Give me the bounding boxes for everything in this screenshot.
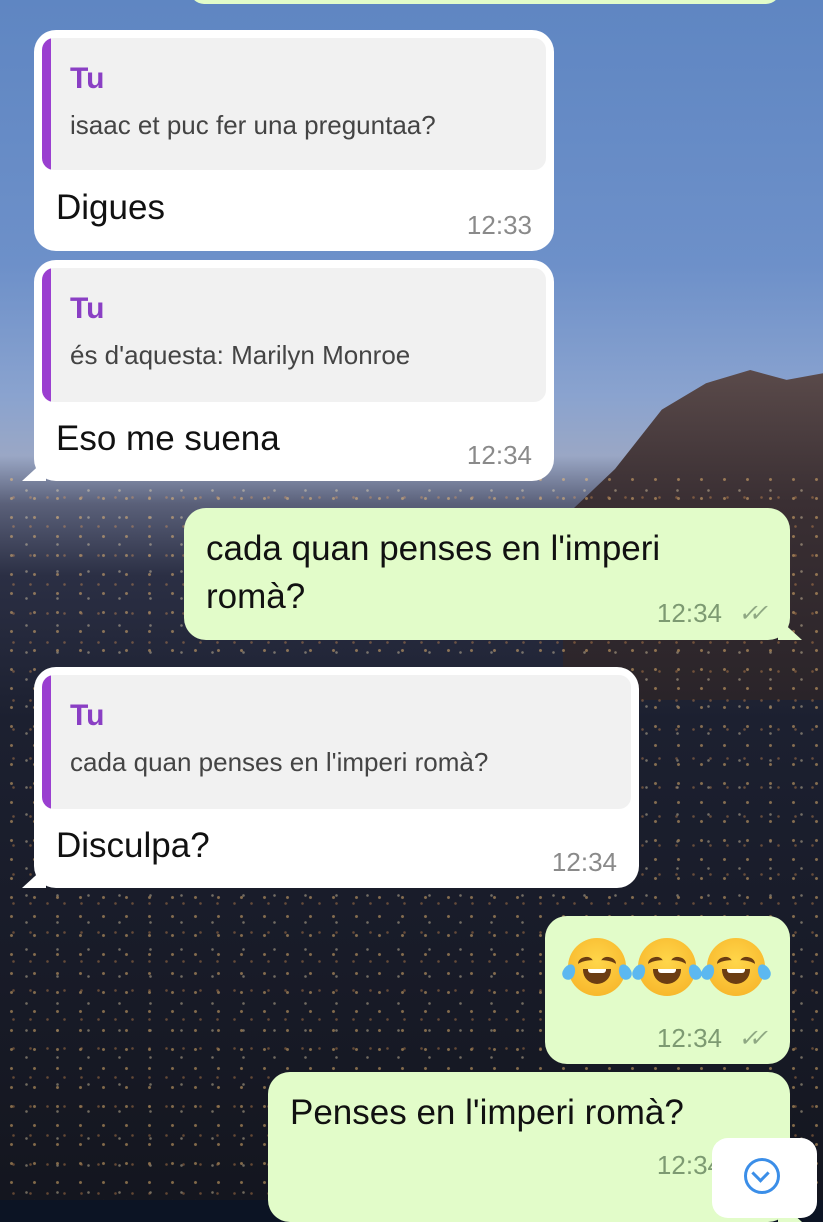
quote-accent-bar: [42, 38, 51, 170]
double-check-icon: ✓✓: [736, 600, 763, 627]
face-with-tears-of-joy-icon: [699, 938, 773, 996]
quote-accent-bar: [42, 675, 51, 809]
outgoing-message[interactable]: 12:34 ✓✓: [545, 916, 790, 1064]
incoming-message[interactable]: Tu isaac et puc fer una preguntaa? Digue…: [34, 30, 554, 251]
message-text-line-1: cada quan penses en l'imperi: [206, 529, 661, 568]
face-with-tears-of-joy-icon: [630, 938, 704, 996]
message-text: Disculpa?: [56, 826, 210, 865]
reply-quote[interactable]: Tu isaac et puc fer una preguntaa?: [42, 38, 546, 170]
message-time: 12:33: [466, 210, 532, 240]
incoming-message[interactable]: Tu cada quan penses en l'imperi romà? Di…: [34, 667, 639, 888]
previous-message-edge: [190, 0, 780, 4]
quote-text: és d'aquesta: Marilyn Monroe: [70, 340, 411, 370]
outgoing-message[interactable]: cada quan penses en l'imperi romà? 12:34…: [184, 508, 790, 640]
scroll-down-button[interactable]: [712, 1138, 817, 1218]
double-check-icon: ✓✓: [736, 1025, 763, 1052]
message-text: Penses en l'imperi romà?: [290, 1093, 684, 1132]
quote-sender-name: Tu: [70, 699, 105, 732]
reply-quote[interactable]: Tu cada quan penses en l'imperi romà?: [42, 675, 631, 809]
quote-accent-bar: [42, 268, 51, 402]
message-time: 12:34: [551, 847, 617, 877]
quote-sender-name: Tu: [70, 62, 105, 95]
incoming-message[interactable]: Tu és d'aquesta: Marilyn Monroe Eso me s…: [34, 260, 554, 481]
face-with-tears-of-joy-icon: [560, 938, 634, 996]
quote-text: cada quan penses en l'imperi romà?: [70, 747, 489, 777]
message-time: 12:34: [656, 598, 722, 628]
quote-text: isaac et puc fer una preguntaa?: [70, 110, 436, 140]
message-text: Digues: [56, 188, 165, 227]
message-time: 12:34: [466, 440, 532, 470]
message-time: 12:34: [656, 1023, 722, 1053]
reply-quote[interactable]: Tu és d'aquesta: Marilyn Monroe: [42, 268, 546, 402]
quote-sender-name: Tu: [70, 292, 105, 325]
message-text: Eso me suena: [56, 419, 280, 458]
message-text-line-2: romà?: [206, 577, 306, 616]
